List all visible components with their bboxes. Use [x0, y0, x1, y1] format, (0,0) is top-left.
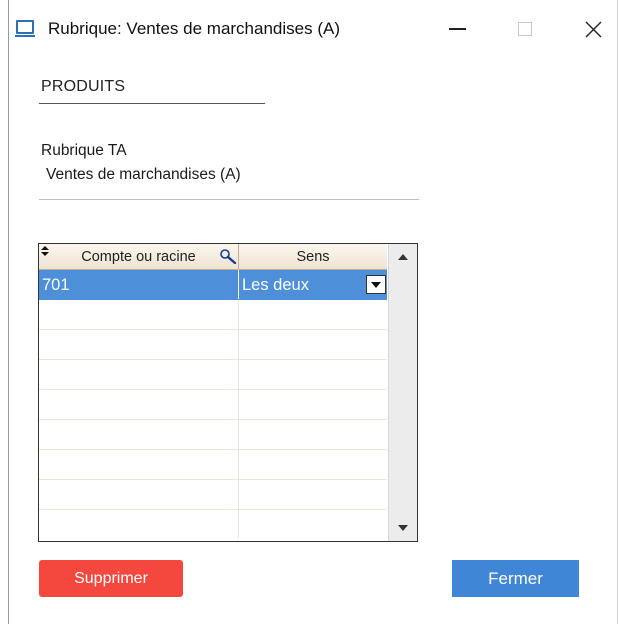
column-label-compte: Compte ou racine — [81, 249, 196, 265]
cell-compte[interactable] — [39, 360, 239, 389]
window-title: Rubrique: Ventes de marchandises (A) — [48, 19, 340, 38]
table-row[interactable] — [39, 450, 387, 480]
rubrique-value: Ventes de marchandises (A) — [46, 166, 241, 183]
grid-scrollbar[interactable] — [388, 244, 417, 541]
cell-sens[interactable] — [239, 450, 387, 479]
title-bar[interactable]: Rubrique: Ventes de marchandises (A) — [9, 0, 617, 60]
sens-dropdown-button[interactable] — [366, 275, 386, 294]
cell-sens[interactable] — [239, 360, 387, 389]
table-row[interactable] — [39, 480, 387, 510]
maximize-icon — [518, 22, 532, 36]
close-icon — [585, 21, 601, 37]
dialog-window: Rubrique: Ventes de marchandises (A) PRO… — [8, 0, 618, 624]
scroll-up-button[interactable] — [389, 244, 417, 270]
cell-compte[interactable]: 701 — [39, 270, 239, 299]
cell-compte[interactable] — [39, 330, 239, 359]
cell-sens[interactable] — [239, 390, 387, 419]
minimize-icon — [448, 28, 466, 30]
cell-compte[interactable] — [39, 450, 239, 479]
cell-compte[interactable] — [39, 300, 239, 329]
table-row[interactable] — [39, 300, 387, 330]
table-row[interactable] — [39, 390, 387, 420]
section-divider — [39, 103, 265, 104]
maximize-button[interactable] — [505, 12, 545, 46]
cell-compte[interactable] — [39, 510, 239, 539]
cell-sens[interactable] — [239, 330, 387, 359]
sort-icon[interactable] — [41, 246, 49, 256]
grid-rows: 701 Les deux — [39, 270, 387, 539]
table-row-selected[interactable]: 701 Les deux — [39, 270, 387, 300]
close-button[interactable]: Fermer — [452, 560, 579, 597]
cell-sens[interactable] — [239, 420, 387, 449]
column-label-sens: Sens — [296, 249, 330, 265]
cell-sens[interactable] — [239, 510, 387, 539]
column-header-compte[interactable]: Compte ou racine — [39, 244, 239, 269]
cell-sens-value: Les deux — [242, 276, 309, 294]
chevron-down-icon — [371, 281, 381, 288]
table-row[interactable] — [39, 330, 387, 360]
grid-header: Compte ou racine Sens — [39, 244, 387, 270]
chevron-down-icon — [398, 525, 408, 531]
cell-sens[interactable] — [239, 300, 387, 329]
table-row[interactable] — [39, 360, 387, 390]
cell-compte[interactable] — [39, 420, 239, 449]
close-window-button[interactable] — [573, 12, 613, 46]
accounts-grid[interactable]: Compte ou racine Sens 701 Les deux — [38, 243, 418, 542]
search-icon[interactable] — [219, 248, 237, 264]
table-row[interactable] — [39, 510, 387, 539]
cell-sens[interactable]: Les deux — [239, 270, 387, 299]
scroll-down-button[interactable] — [389, 515, 417, 541]
rubrique-divider — [39, 199, 419, 200]
cell-compte[interactable] — [39, 390, 239, 419]
table-row[interactable] — [39, 420, 387, 450]
window-app-icon — [15, 20, 35, 37]
minimize-button[interactable] — [437, 12, 477, 46]
cell-compte[interactable] — [39, 480, 239, 509]
chevron-up-icon — [398, 254, 408, 260]
section-title: PRODUITS — [41, 78, 126, 95]
column-header-sens[interactable]: Sens — [239, 244, 387, 269]
rubrique-label: Rubrique TA — [41, 142, 127, 159]
delete-button[interactable]: Supprimer — [39, 560, 183, 597]
cell-sens[interactable] — [239, 480, 387, 509]
